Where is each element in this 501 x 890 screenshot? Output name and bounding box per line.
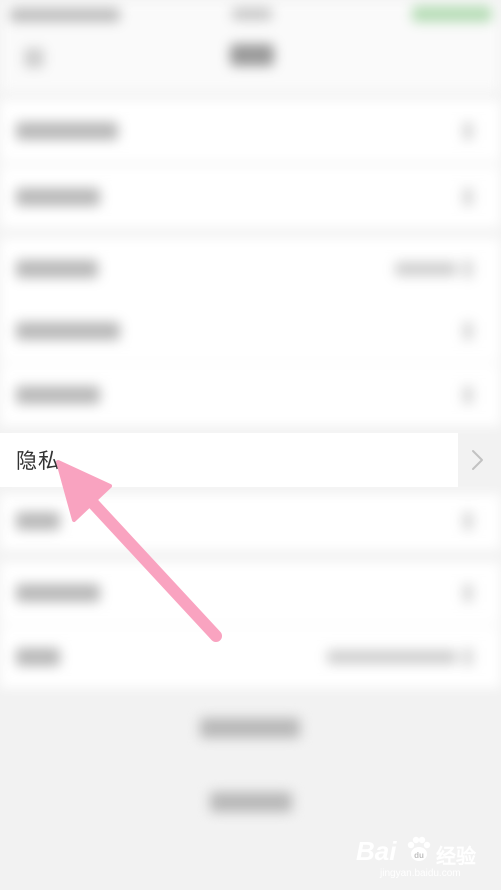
settings-row-7[interactable] bbox=[0, 494, 501, 550]
settings-row-3[interactable] bbox=[0, 238, 501, 300]
chevron-right-icon bbox=[463, 584, 473, 602]
status-bar-time-block bbox=[232, 8, 272, 20]
watermark-brand-suffix: 经验 bbox=[436, 846, 476, 868]
page-title-block bbox=[230, 44, 274, 66]
settings-row-5-label bbox=[16, 386, 100, 404]
baidu-paw-icon: du bbox=[407, 836, 431, 861]
settings-row-4[interactable] bbox=[0, 300, 501, 362]
action-button-2[interactable] bbox=[210, 792, 292, 812]
settings-row-3-value bbox=[395, 262, 457, 276]
watermark-brand: Bai bbox=[356, 836, 397, 866]
status-bar-left-block bbox=[10, 8, 120, 22]
settings-row-9-label bbox=[16, 648, 60, 666]
settings-row-5[interactable] bbox=[0, 364, 501, 426]
status-bar-battery-block bbox=[412, 6, 492, 22]
settings-row-2[interactable] bbox=[0, 166, 501, 228]
status-bar bbox=[0, 0, 501, 32]
nav-bar bbox=[0, 32, 501, 92]
chevron-right-icon bbox=[463, 648, 473, 666]
settings-row-9-value bbox=[327, 650, 457, 664]
chevron-right-icon bbox=[463, 188, 473, 206]
settings-row-1[interactable] bbox=[0, 100, 501, 162]
baidu-watermark: Bai du 经验 jingyan.baidu.com bbox=[350, 830, 500, 886]
chevron-right-icon bbox=[463, 122, 473, 140]
settings-row-3-label bbox=[16, 260, 98, 278]
settings-row-2-label bbox=[16, 188, 100, 206]
settings-row-8-label bbox=[16, 584, 100, 602]
chevron-right-icon bbox=[463, 386, 473, 404]
chevron-right-icon bbox=[472, 450, 483, 470]
chevron-right-icon bbox=[463, 260, 473, 278]
settings-row-1-label bbox=[16, 122, 118, 140]
svg-text:du: du bbox=[414, 851, 424, 860]
chevron-right-icon bbox=[463, 512, 473, 530]
watermark-domain: jingyan.baidu.com bbox=[380, 868, 461, 879]
settings-row-8[interactable] bbox=[0, 562, 501, 624]
action-button-1[interactable] bbox=[200, 718, 300, 738]
settings-row-7-label bbox=[16, 512, 60, 530]
settings-row-privacy[interactable]: 隐私 bbox=[0, 433, 458, 487]
back-icon[interactable] bbox=[24, 48, 44, 68]
settings-row-4-label bbox=[16, 322, 120, 340]
settings-row-9[interactable] bbox=[0, 626, 501, 688]
privacy-label: 隐私 bbox=[16, 450, 60, 473]
chevron-right-icon bbox=[463, 322, 473, 340]
